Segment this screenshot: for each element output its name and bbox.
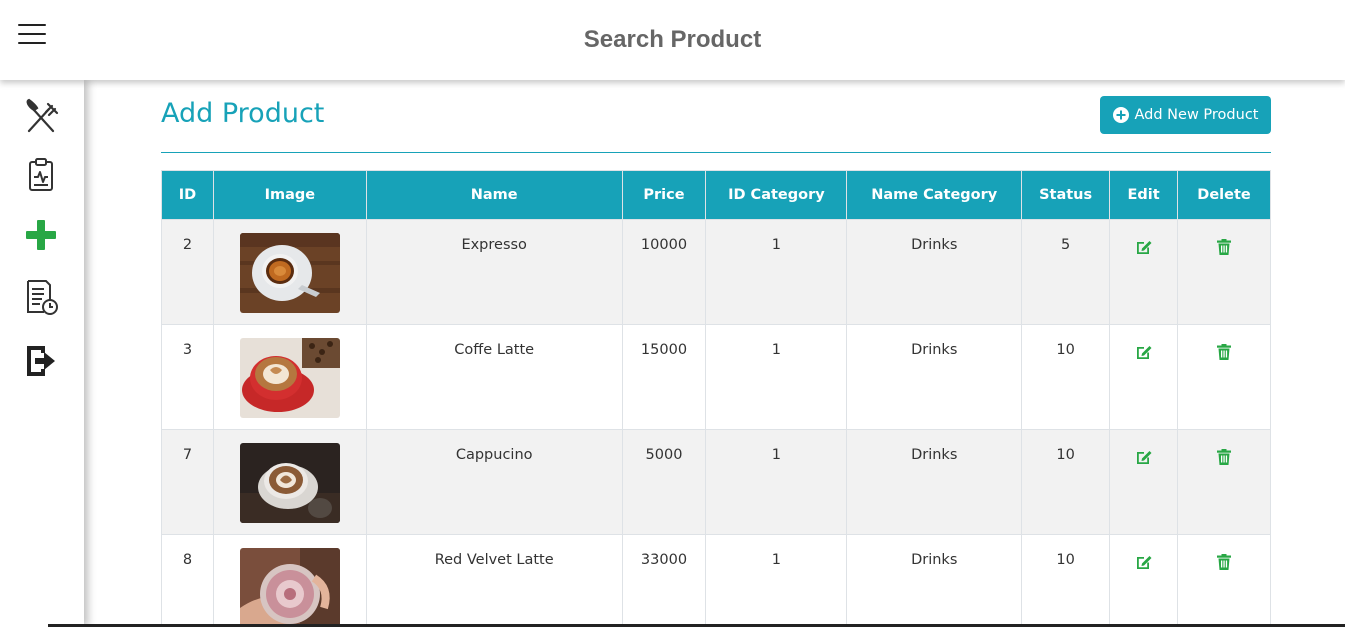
top-bar: Search Product bbox=[0, 0, 1345, 80]
table-row: 7 Cappucino 5000 1 Drinks 10 bbox=[161, 429, 1271, 535]
plus-circle-icon bbox=[1112, 107, 1129, 123]
cell-id: 7 bbox=[161, 429, 214, 535]
cell-id: 2 bbox=[161, 219, 214, 325]
cell-name-category: Drinks bbox=[846, 534, 1023, 627]
cell-price: 5000 bbox=[621, 429, 707, 535]
cell-id-category: 1 bbox=[705, 534, 848, 627]
utensils-icon[interactable] bbox=[22, 98, 60, 136]
cell-status: 10 bbox=[1021, 534, 1111, 627]
trash-icon[interactable] bbox=[1215, 238, 1233, 256]
edit-icon[interactable] bbox=[1135, 238, 1153, 256]
cell-price: 15000 bbox=[621, 324, 707, 430]
cell-status: 5 bbox=[1021, 219, 1111, 325]
cell-name-category: Drinks bbox=[846, 324, 1023, 430]
column-header-edit[interactable]: Edit bbox=[1109, 170, 1179, 220]
cell-price: 10000 bbox=[621, 219, 707, 325]
cell-name: Red Velvet Latte bbox=[365, 534, 623, 627]
table-header-row: ID Image Name Price ID Category Name Cat… bbox=[161, 170, 1271, 220]
edit-icon[interactable] bbox=[1135, 448, 1153, 466]
cappuccino-photo bbox=[239, 443, 340, 523]
divider bbox=[161, 152, 1271, 153]
logout-icon[interactable] bbox=[22, 342, 60, 380]
page-title: Search Product bbox=[583, 26, 762, 53]
table-row: 2 Expresso 10000 1 Drinks 5 bbox=[161, 219, 1271, 325]
add-new-product-button[interactable]: Add New Product bbox=[1100, 96, 1271, 134]
column-header-id[interactable]: ID bbox=[161, 170, 214, 220]
cell-name-category: Drinks bbox=[846, 219, 1023, 325]
edit-icon[interactable] bbox=[1135, 343, 1153, 361]
cell-name-category: Drinks bbox=[846, 429, 1023, 535]
cell-name: Expresso bbox=[365, 219, 623, 325]
cell-name: Coffe Latte bbox=[365, 324, 623, 430]
espresso-photo bbox=[239, 233, 340, 313]
table-row: 3 Coffe Latte 15000 1 Drinks 10 bbox=[161, 324, 1271, 430]
table-row: 8 Red Velvet Latte 33000 1 Drinks 10 bbox=[161, 534, 1271, 627]
cell-price: 33000 bbox=[621, 534, 707, 627]
clipboard-icon[interactable] bbox=[22, 156, 60, 194]
column-header-name-category[interactable]: Name Category bbox=[846, 170, 1023, 220]
red-velvet-latte-photo bbox=[239, 548, 340, 627]
coffee-latte-photo bbox=[239, 338, 340, 418]
products-table: ID Image Name Price ID Category Name Cat… bbox=[161, 170, 1271, 627]
trash-icon[interactable] bbox=[1215, 553, 1233, 571]
cell-name: Cappucino bbox=[365, 429, 623, 535]
cell-id-category: 1 bbox=[705, 324, 848, 430]
report-history-icon[interactable] bbox=[22, 278, 60, 316]
column-header-id-category[interactable]: ID Category bbox=[705, 170, 848, 220]
sidebar bbox=[0, 80, 84, 627]
cell-status: 10 bbox=[1021, 324, 1111, 430]
cell-id: 8 bbox=[161, 534, 214, 627]
plus-icon[interactable] bbox=[22, 216, 60, 254]
column-header-status[interactable]: Status bbox=[1021, 170, 1111, 220]
trash-icon[interactable] bbox=[1215, 343, 1233, 361]
column-header-name[interactable]: Name bbox=[365, 170, 623, 220]
edit-icon[interactable] bbox=[1135, 553, 1153, 571]
cell-id: 3 bbox=[161, 324, 214, 430]
column-header-price[interactable]: Price bbox=[621, 170, 707, 220]
cell-id-category: 1 bbox=[705, 429, 848, 535]
add-new-product-label: Add New Product bbox=[1134, 107, 1259, 123]
column-header-image[interactable]: Image bbox=[212, 170, 367, 220]
main-content: Add Product Add New Product ID Image Nam… bbox=[84, 80, 1345, 627]
cell-status: 10 bbox=[1021, 429, 1111, 535]
cell-id-category: 1 bbox=[705, 219, 848, 325]
section-title: Add Product bbox=[161, 98, 325, 129]
column-header-delete[interactable]: Delete bbox=[1177, 170, 1271, 220]
trash-icon[interactable] bbox=[1215, 448, 1233, 466]
